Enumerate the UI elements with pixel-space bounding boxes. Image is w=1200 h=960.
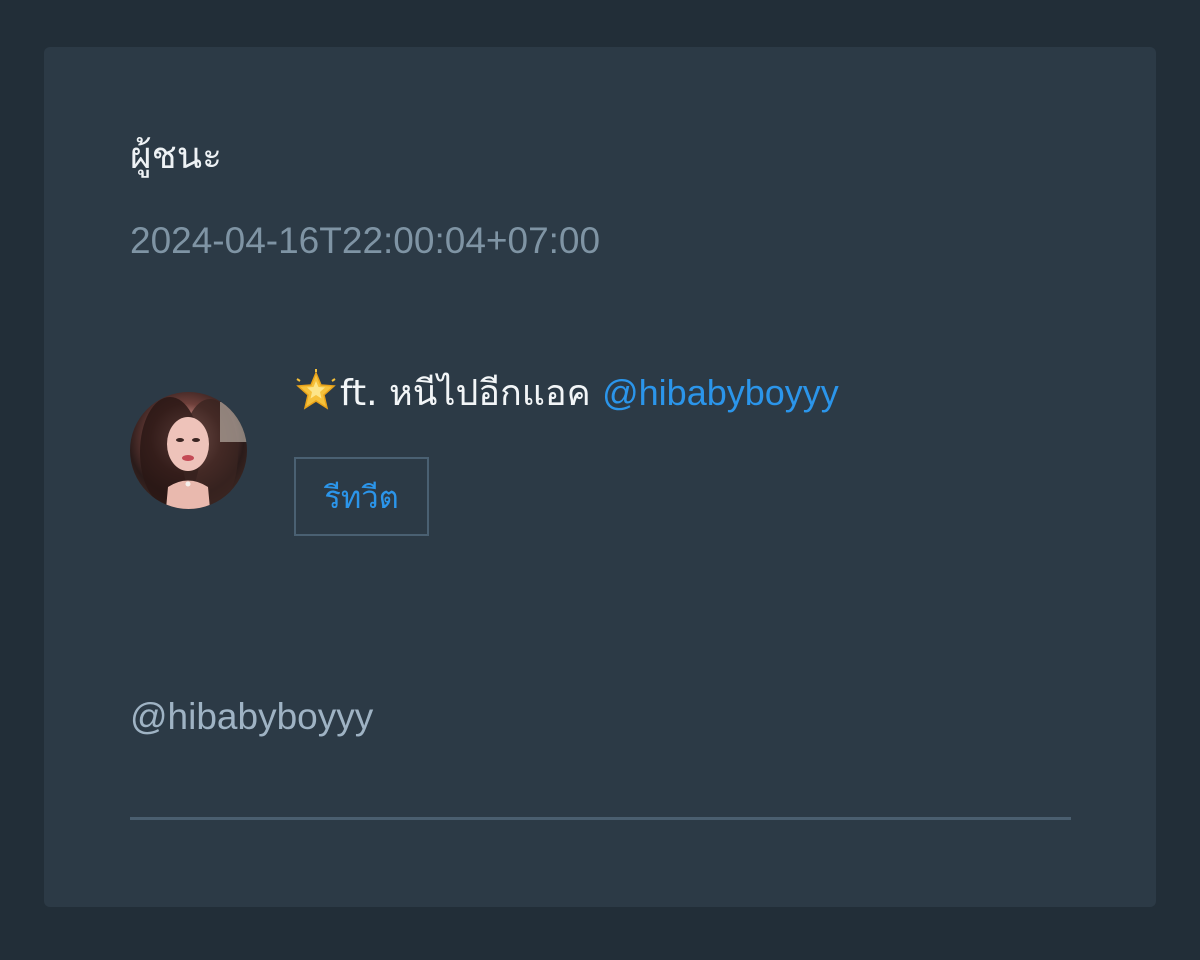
card-title: ผู้ชนะ xyxy=(130,134,222,177)
author-handle[interactable]: @hibabyboyyy xyxy=(130,693,373,741)
glowing-star-icon xyxy=(296,369,336,410)
avatar[interactable] xyxy=(130,392,247,509)
avatar-image xyxy=(140,397,247,509)
retweet-button[interactable]: รีทวีต xyxy=(294,457,429,536)
tweet-text: ft. หนีไปอีกแอค @hibabyboyyy xyxy=(294,369,839,418)
tweet-body: ft. หนีไปอีกแอค xyxy=(340,373,603,414)
timestamp: 2024-04-16T22:00:04+07:00 xyxy=(130,220,601,261)
divider xyxy=(130,817,1071,820)
mention-link[interactable]: @hibabyboyyy xyxy=(602,372,839,413)
winner-card: ผู้ชนะ 2024-04-16T22:00:04+07:00 ft. หนี… xyxy=(44,47,1156,907)
